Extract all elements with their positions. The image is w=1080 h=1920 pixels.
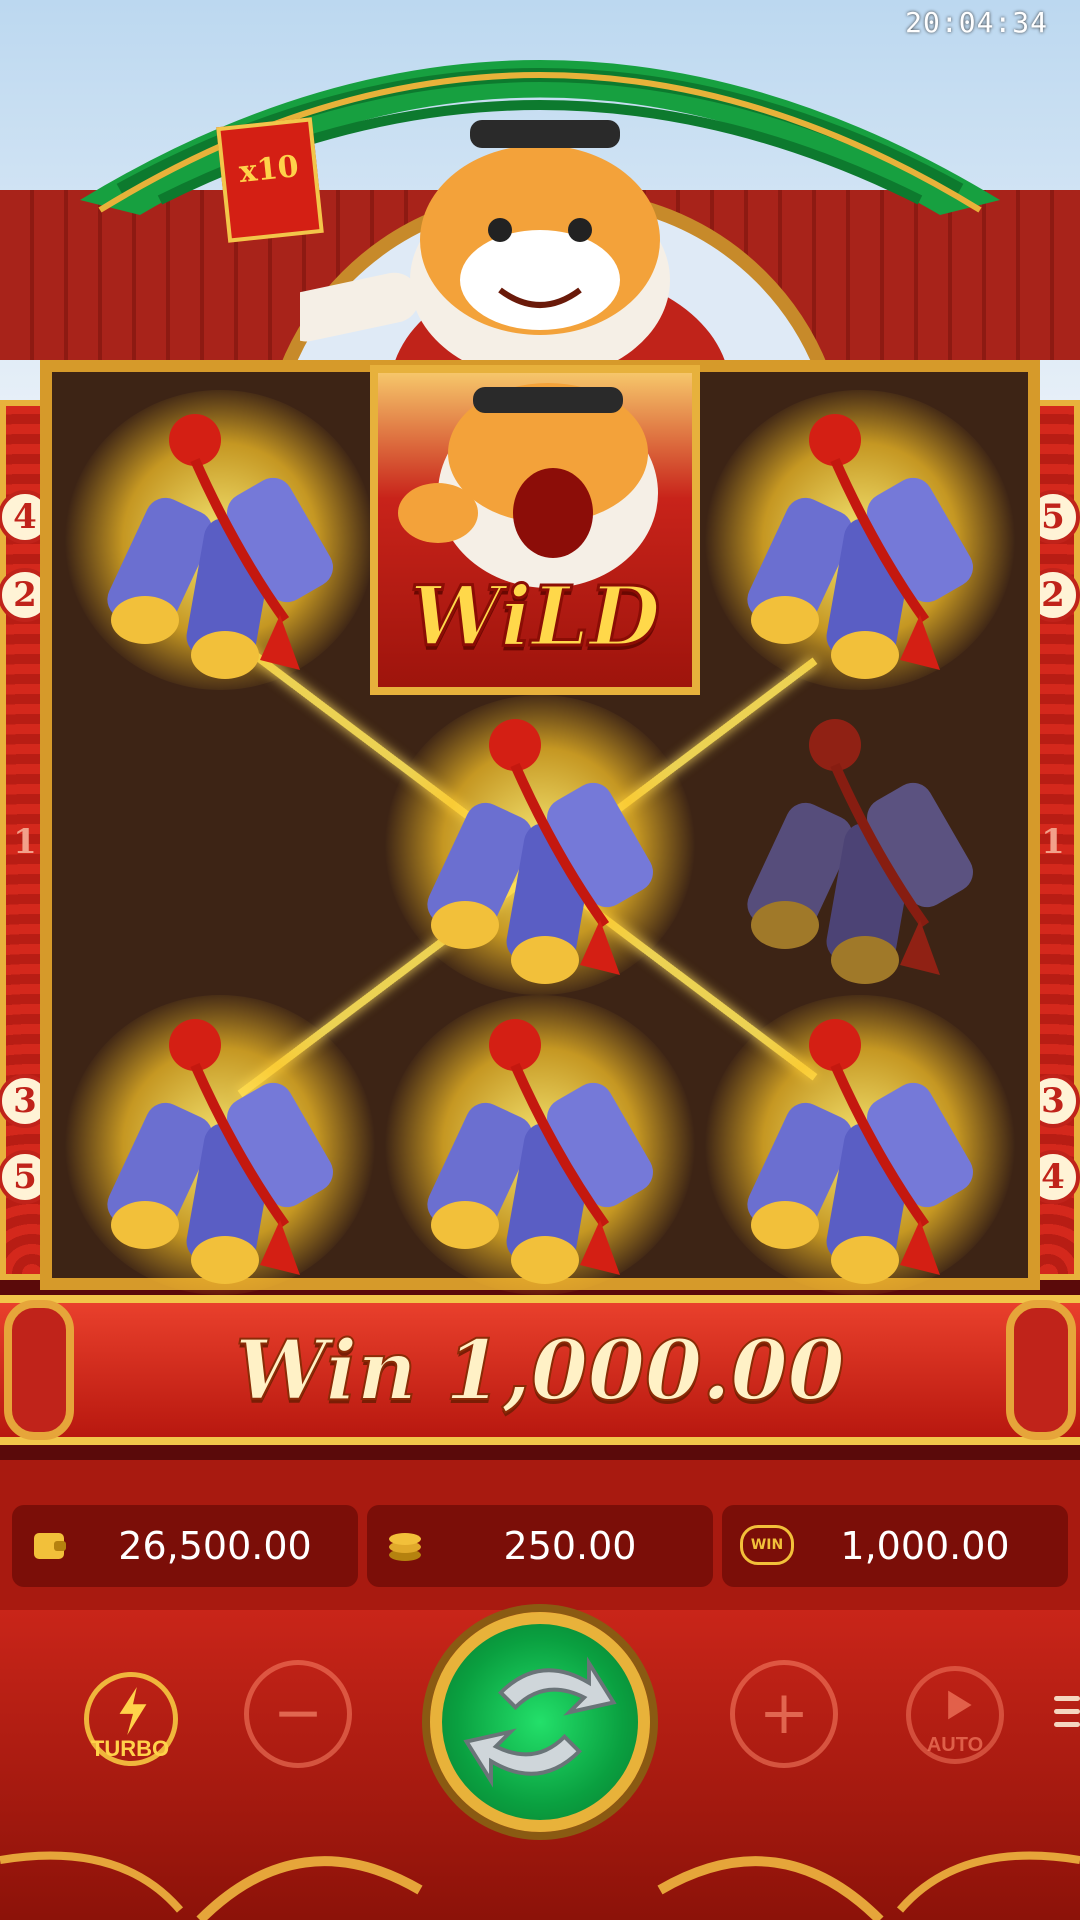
reel-cell-firecracker [65, 995, 375, 1295]
reel-cell-firecracker [705, 390, 1015, 690]
firecracker-icon [107, 414, 333, 679]
wallet-icon [34, 1533, 66, 1559]
turbo-label: TURBO [90, 1736, 170, 1761]
win-banner: Win 1,000.00 [0, 1295, 1080, 1445]
coin-stack-icon [389, 1533, 421, 1561]
plus-icon: + [758, 1678, 810, 1748]
win-box: WIN 1,000.00 [722, 1505, 1068, 1587]
play-icon [948, 1690, 972, 1720]
menu-icon[interactable] [1054, 1696, 1080, 1732]
increase-bet-button[interactable]: + [730, 1660, 838, 1768]
balance-box: 26,500.00 [12, 1505, 358, 1587]
win-banner-text: Win 1,000.00 [0, 1322, 1080, 1420]
left-scroll-ornament [4, 1300, 74, 1440]
wild-symbol: WiLD [370, 365, 700, 695]
bet-value: 250.00 [503, 1524, 637, 1568]
win-banner-label: Win [234, 1322, 417, 1420]
firecracker-icon [107, 1019, 333, 1284]
reel-cell-firecracker [65, 390, 375, 690]
wild-label: WiLD [408, 568, 662, 667]
reel-cell-firecracker [705, 995, 1015, 1295]
reel-cell-firecracker [385, 695, 695, 995]
spin-button[interactable] [430, 1612, 650, 1832]
bet-box: 250.00 [367, 1505, 713, 1587]
decrease-bet-button[interactable]: − [244, 1660, 352, 1768]
firecracker-icon [427, 719, 653, 984]
firecracker-icon [747, 719, 973, 984]
reel-cell-firecracker [705, 695, 1015, 995]
balance-value: 26,500.00 [118, 1524, 312, 1568]
firecracker-icon [747, 414, 973, 679]
firecracker-icon [747, 1019, 973, 1284]
lightning-icon [119, 1687, 147, 1735]
spin-arrows-icon [463, 1656, 617, 1788]
win-banner-amount: 1,000.00 [444, 1322, 845, 1420]
firecracker-icon [427, 1019, 653, 1284]
autoplay-label: AUTO [926, 1734, 984, 1756]
win-value: 1,000.00 [840, 1524, 1010, 1568]
right-scroll-ornament [1006, 1300, 1076, 1440]
reel-cell-firecracker [385, 995, 695, 1295]
minus-icon: − [272, 1678, 324, 1748]
